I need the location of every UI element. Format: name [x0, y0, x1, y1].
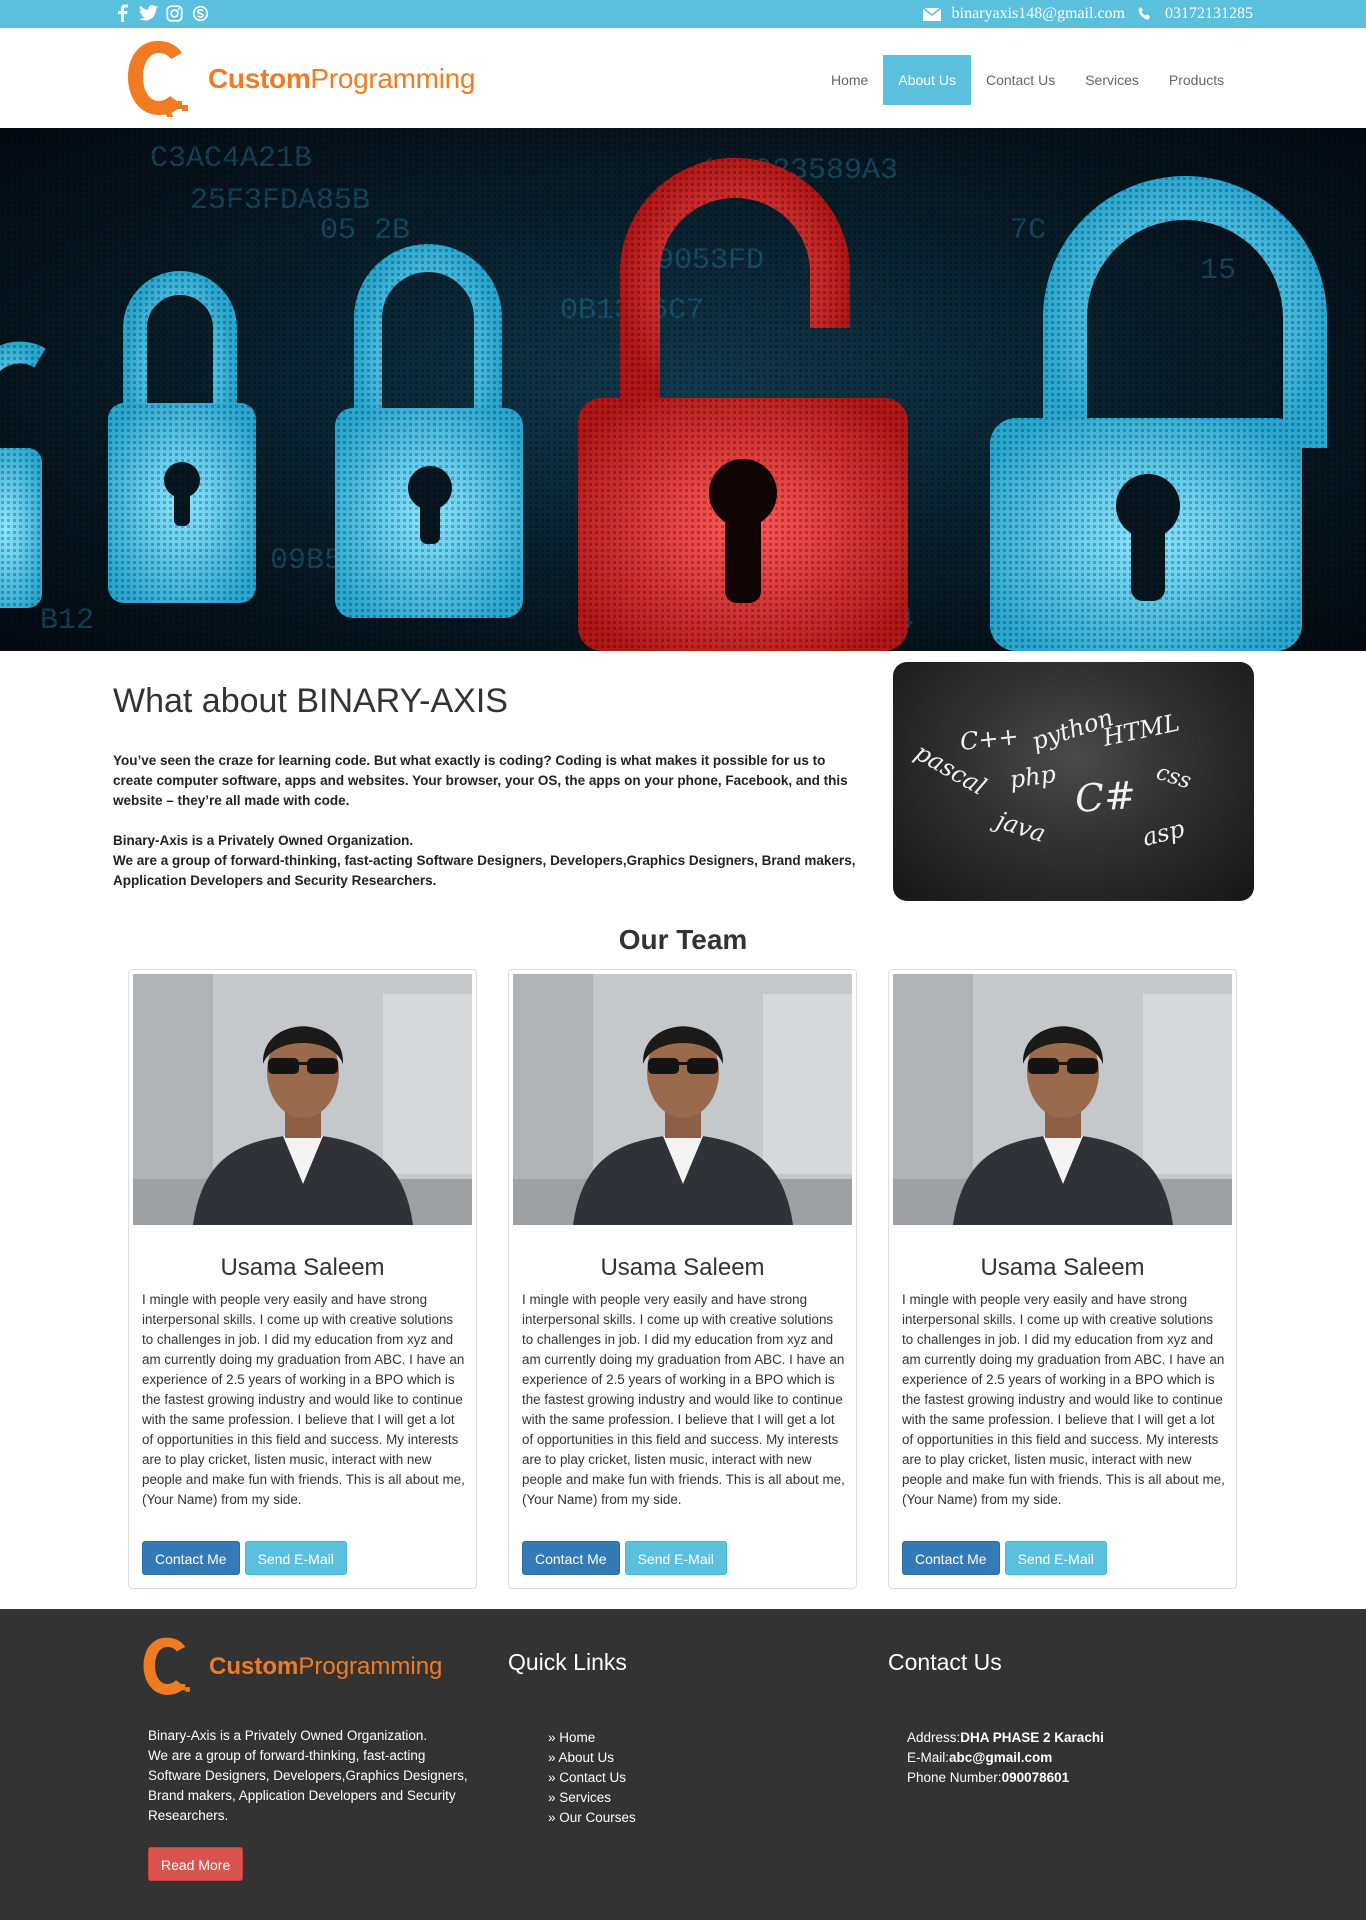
chalk-word: php: [1008, 760, 1058, 794]
footer-contact-info: Address:DHA PHASE 2 Karachi E-Mail:abc@g…: [907, 1728, 1104, 1788]
about-paragraph-1: You’ve seen the craze for learning code.…: [113, 753, 848, 808]
nav-services[interactable]: Services: [1070, 55, 1154, 105]
team-member-photo: [513, 974, 852, 1225]
chalk-word: css: [1153, 760, 1194, 795]
top-contact: binaryaxis148@gmail.com 03172131285: [922, 5, 1253, 23]
envelope-icon: [922, 5, 942, 23]
footer-email: E-Mail:abc@gmail.com: [907, 1748, 1104, 1768]
team-member-name: Usama Saleem: [980, 1254, 1145, 1281]
team-title: Our Team: [618, 924, 748, 955]
team-card: Usama Saleem I mingle with people very e…: [888, 969, 1237, 1589]
logo-text: CustomProgramming: [208, 63, 475, 95]
nav-products[interactable]: Products: [1154, 55, 1239, 105]
chalkboard-image: C++ python HTML pascal php css C# java a…: [893, 662, 1254, 901]
team-card-actions: Contact Me Send E-Mail: [142, 1541, 347, 1575]
chalkboard-languages: C++ python HTML pascal php css C# java a…: [910, 703, 1194, 852]
team-member-name: Usama Saleem: [220, 1254, 385, 1281]
quick-link-about-us[interactable]: » About Us: [548, 1748, 636, 1768]
contact-me-button[interactable]: Contact Me: [142, 1541, 240, 1575]
quick-link-services[interactable]: » Services: [548, 1788, 636, 1808]
quick-link-our-courses[interactable]: » Our Courses: [548, 1808, 636, 1828]
footer-about-line-1: Binary-Axis is a Privately Owned Organiz…: [148, 1728, 428, 1743]
chalk-word: java: [988, 805, 1049, 849]
footer-address: Address:DHA PHASE 2 Karachi: [907, 1728, 1104, 1748]
footer-phone: Phone Number:090078601: [907, 1768, 1104, 1788]
twitter-icon[interactable]: [138, 3, 158, 23]
team-member-bio: I mingle with people very easily and hav…: [902, 1292, 1225, 1507]
footer-read-more-wrap: Read More: [148, 1847, 244, 1881]
phone-label: Phone Number:: [907, 1770, 1002, 1785]
about-paragraph-2: Binary-Axis is a Privately Owned Organiz…: [113, 831, 863, 891]
team-member-bio: I mingle with people very easily and hav…: [142, 1292, 465, 1507]
address-label: Address:: [907, 1730, 961, 1745]
site-logo[interactable]: CustomProgramming: [124, 35, 475, 123]
logo-c-icon: [128, 41, 188, 117]
contact-me-button[interactable]: Contact Me: [522, 1541, 620, 1575]
top-phone[interactable]: 03172131285: [1165, 5, 1253, 23]
quick-links-list: » Home » About Us » Contact Us » Service…: [548, 1728, 636, 1828]
social-links: [112, 3, 210, 23]
padlock-image: C3AC4A21B10B923589A3 25F3FDA85BDE9053FD …: [0, 128, 1366, 651]
footer-logo-text: CustomProgramming: [209, 1653, 442, 1681]
instagram-icon[interactable]: [164, 3, 184, 23]
chalk-word: C++: [959, 722, 1020, 756]
about-title: What about BINARY-AXIS: [113, 682, 508, 720]
nav-home[interactable]: Home: [816, 55, 883, 105]
phone-value[interactable]: 090078601: [1002, 1770, 1070, 1785]
footer-logo[interactable]: CustomProgramming: [139, 1633, 442, 1701]
team-card-actions: Contact Me Send E-Mail: [522, 1541, 727, 1575]
team-card: Usama Saleem I mingle with people very e…: [508, 969, 857, 1589]
team-card: Usama Saleem I mingle with people very e…: [128, 969, 477, 1589]
address-value: DHA PHASE 2 Karachi: [960, 1730, 1104, 1745]
about-paragraph-2-line-2: We are a group of forward-thinking, fast…: [113, 853, 856, 888]
footer-about: Binary-Axis is a Privately Owned Organiz…: [148, 1726, 468, 1826]
team-member-bio: I mingle with people very easily and hav…: [522, 1292, 845, 1507]
facebook-icon[interactable]: [112, 3, 132, 23]
nav-about-us[interactable]: About Us: [883, 55, 971, 105]
footer-contact-title: Contact Us: [888, 1649, 1002, 1675]
contact-me-button[interactable]: Contact Me: [902, 1541, 1000, 1575]
quick-link-contact-us[interactable]: » Contact Us: [548, 1768, 636, 1788]
team-member-photo: [893, 974, 1232, 1225]
send-email-button[interactable]: Send E-Mail: [1004, 1541, 1107, 1575]
nav-contact-us[interactable]: Contact Us: [971, 55, 1070, 105]
read-more-button[interactable]: Read More: [148, 1847, 244, 1881]
logo-word-light: Programming: [298, 1653, 443, 1680]
logo-word-bold: Custom: [209, 1653, 299, 1680]
send-email-button[interactable]: Send E-Mail: [244, 1541, 347, 1575]
header: CustomProgramming Home About Us Contact …: [0, 28, 1366, 128]
hero-banner-image: C3AC4A21B10B923589A3 25F3FDA85BDE9053FD …: [0, 128, 1366, 651]
phone-icon: [1135, 5, 1155, 23]
send-email-button[interactable]: Send E-Mail: [624, 1541, 727, 1575]
team-card-actions: Contact Me Send E-Mail: [902, 1541, 1107, 1575]
logo-word-bold: Custom: [208, 63, 311, 94]
logo-word-light: Programming: [310, 63, 476, 94]
about-paragraph-2-line-1: Binary-Axis is a Privately Owned Organiz…: [113, 833, 414, 848]
footer: CustomProgramming Binary-Axis is a Priva…: [0, 1609, 1366, 1920]
top-email[interactable]: binaryaxis148@gmail.com: [952, 5, 1125, 23]
skype-icon[interactable]: [190, 3, 210, 23]
quick-link-home[interactable]: » Home: [548, 1728, 636, 1748]
chalk-word: asp: [1140, 814, 1188, 851]
chalk-word: C#: [1074, 773, 1138, 821]
team-member-photo: [133, 974, 472, 1225]
quick-links-title: Quick Links: [508, 1649, 627, 1675]
team-member-name: Usama Saleem: [600, 1254, 765, 1281]
top-bar: binaryaxis148@gmail.com 03172131285: [0, 0, 1366, 28]
email-value[interactable]: abc@gmail.com: [949, 1750, 1052, 1765]
logo-c-icon: [143, 1637, 190, 1695]
main-nav: Home About Us Contact Us Services Produc…: [816, 55, 1239, 105]
email-label: E-Mail:: [907, 1750, 950, 1765]
footer-about-line-2: We are a group of forward-thinking, fast…: [148, 1748, 468, 1823]
